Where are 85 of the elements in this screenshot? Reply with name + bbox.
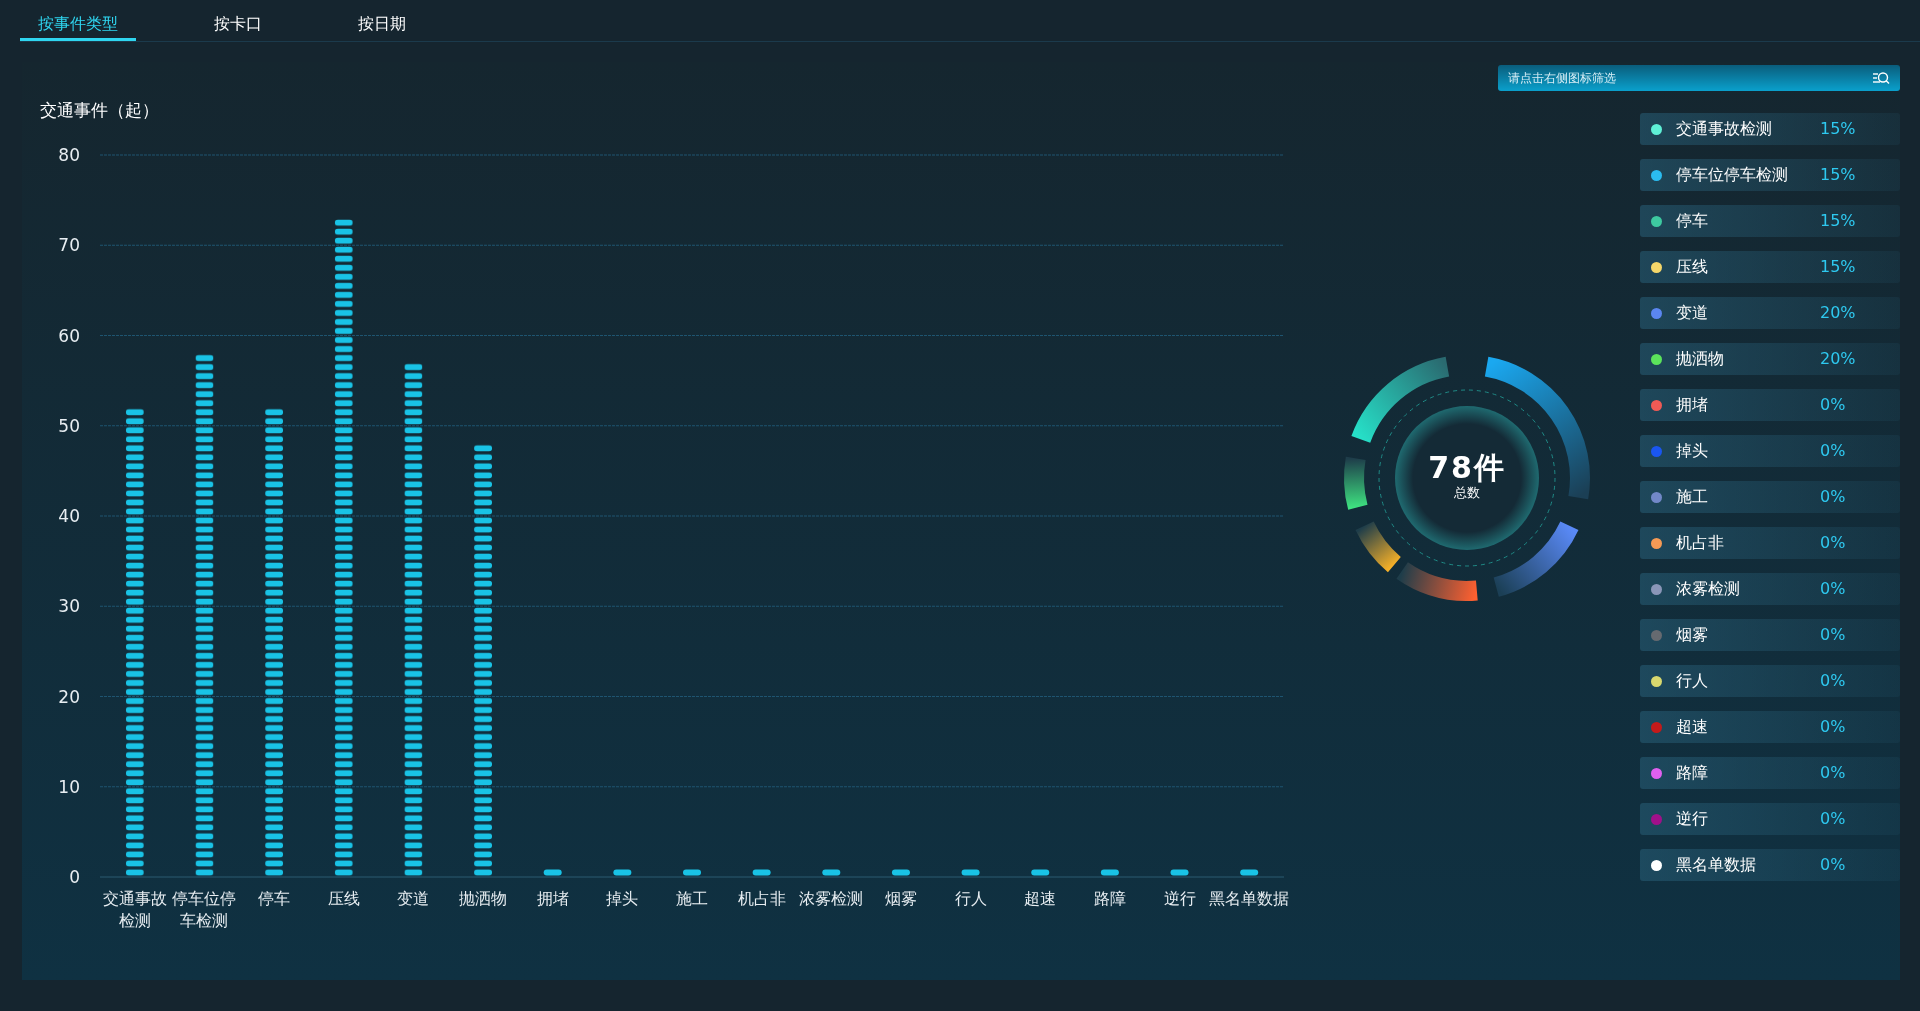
legend-percent: 0% xyxy=(1820,808,1847,830)
legend-percent: 15% xyxy=(1820,164,1857,186)
legend-item[interactable]: 交通事故检测 15% xyxy=(1640,113,1900,145)
x-category-label: 浓雾检测 xyxy=(799,888,864,908)
y-tick-label: 40 xyxy=(58,505,80,526)
legend-percent: 0% xyxy=(1820,440,1847,462)
legend-percent: 20% xyxy=(1820,302,1857,324)
x-category-label: 变道 xyxy=(397,888,430,908)
x-category-label: 行人 xyxy=(954,888,987,908)
tab[interactable]: 按事件类型 xyxy=(20,0,136,41)
legend-item[interactable]: 停车位停车检测 15% xyxy=(1640,159,1900,191)
x-category-label: 烟雾 xyxy=(884,888,917,908)
legend-percent: 15% xyxy=(1820,210,1857,232)
y-tick-label: 0 xyxy=(69,866,80,887)
legend-label: 掉头 xyxy=(1676,440,1708,462)
y-tick-label: 50 xyxy=(58,415,80,436)
legend-label: 交通事故检测 xyxy=(1676,118,1772,140)
legend-item[interactable]: 烟雾 0% xyxy=(1640,619,1900,651)
filter-search-field[interactable]: 请点击右侧图标筛选 xyxy=(1498,65,1900,91)
legend-item[interactable]: 逆行 0% xyxy=(1640,803,1900,835)
legend-percent: 0% xyxy=(1820,762,1847,784)
legend-label: 浓雾检测 xyxy=(1676,578,1740,600)
legend-item[interactable]: 掉头 0% xyxy=(1640,435,1900,467)
y-tick-label: 10 xyxy=(58,776,80,797)
x-category-label: 压线 xyxy=(327,888,360,908)
x-category-label: 机占非 xyxy=(737,888,786,908)
legend-percent: 15% xyxy=(1820,256,1857,278)
x-category-label: 抛洒物 xyxy=(459,888,508,908)
legend-item[interactable]: 压线 15% xyxy=(1640,251,1900,283)
legend-label: 行人 xyxy=(1676,670,1708,692)
legend-percent: 0% xyxy=(1820,532,1847,554)
legend-label: 路障 xyxy=(1676,762,1708,784)
legend-percent: 20% xyxy=(1820,348,1857,370)
legend-item[interactable]: 路障 0% xyxy=(1640,757,1900,789)
legend-percent: 0% xyxy=(1820,624,1847,646)
legend-percent: 0% xyxy=(1820,578,1847,600)
legend-item[interactable]: 变道 20% xyxy=(1640,297,1900,329)
filter-search-icon[interactable] xyxy=(1872,71,1890,85)
legend-label: 逆行 xyxy=(1676,808,1708,830)
legend-label: 施工 xyxy=(1676,486,1708,508)
y-tick-label: 60 xyxy=(58,325,80,345)
legend-label: 黑名单数据 xyxy=(1676,854,1756,876)
x-category-label: 停车 xyxy=(258,888,291,908)
legend-label: 拥堵 xyxy=(1676,394,1708,416)
y-tick-label: 80 xyxy=(58,144,80,165)
x-category-label: 施工 xyxy=(676,888,708,908)
legend-item[interactable]: 停车 15% xyxy=(1640,205,1900,237)
legend-label: 烟雾 xyxy=(1676,624,1708,646)
chart-title: 交通事件（起） xyxy=(40,100,159,120)
x-category-label: 交通事故检测 xyxy=(102,888,167,930)
legend-label: 超速 xyxy=(1676,716,1708,738)
x-category-label: 拥堵 xyxy=(536,888,569,908)
legend-label: 变道 xyxy=(1676,302,1708,324)
x-category-label: 停车位停车检测 xyxy=(172,888,237,930)
y-tick-label: 30 xyxy=(58,595,80,616)
legend-item[interactable]: 施工 0% xyxy=(1640,481,1900,513)
legend-percent: 0% xyxy=(1820,486,1847,508)
legend-label: 压线 xyxy=(1676,256,1708,278)
legend-percent: 0% xyxy=(1820,854,1847,876)
legend-percent: 15% xyxy=(1820,118,1857,140)
legend-percent: 0% xyxy=(1820,670,1847,692)
legend-item[interactable]: 机占非 0% xyxy=(1640,527,1900,559)
legend-item[interactable]: 行人 0% xyxy=(1640,665,1900,697)
x-category-label: 超速 xyxy=(1024,888,1057,908)
legend-percent: 0% xyxy=(1820,716,1847,738)
x-category-label: 路障 xyxy=(1093,888,1126,908)
x-category-label: 掉头 xyxy=(606,888,639,908)
legend-item[interactable]: 浓雾检测 0% xyxy=(1640,573,1900,605)
legend-item[interactable]: 黑名单数据 0% xyxy=(1640,849,1900,881)
y-tick-label: 20 xyxy=(58,686,80,706)
legend-item[interactable]: 超速 0% xyxy=(1640,711,1900,743)
legend-item[interactable]: 拥堵 0% xyxy=(1640,389,1900,421)
tab[interactable]: 按卡口 xyxy=(196,0,280,41)
x-category-label: 黑名单数据 xyxy=(1209,888,1290,908)
legend-label: 停车 xyxy=(1676,210,1708,232)
legend-label: 抛洒物 xyxy=(1676,348,1724,370)
legend-label: 停车位停车检测 xyxy=(1676,164,1788,186)
y-tick-label: 70 xyxy=(58,234,80,255)
x-category-label: 逆行 xyxy=(1163,888,1196,908)
total-count: 78件 xyxy=(1428,453,1506,484)
total-caption: 总数 xyxy=(1453,484,1481,503)
legend-label: 机占非 xyxy=(1676,532,1724,554)
legend-item[interactable]: 抛洒物 20% xyxy=(1640,343,1900,375)
tab[interactable]: 按日期 xyxy=(340,0,424,41)
legend-percent: 0% xyxy=(1820,394,1847,416)
